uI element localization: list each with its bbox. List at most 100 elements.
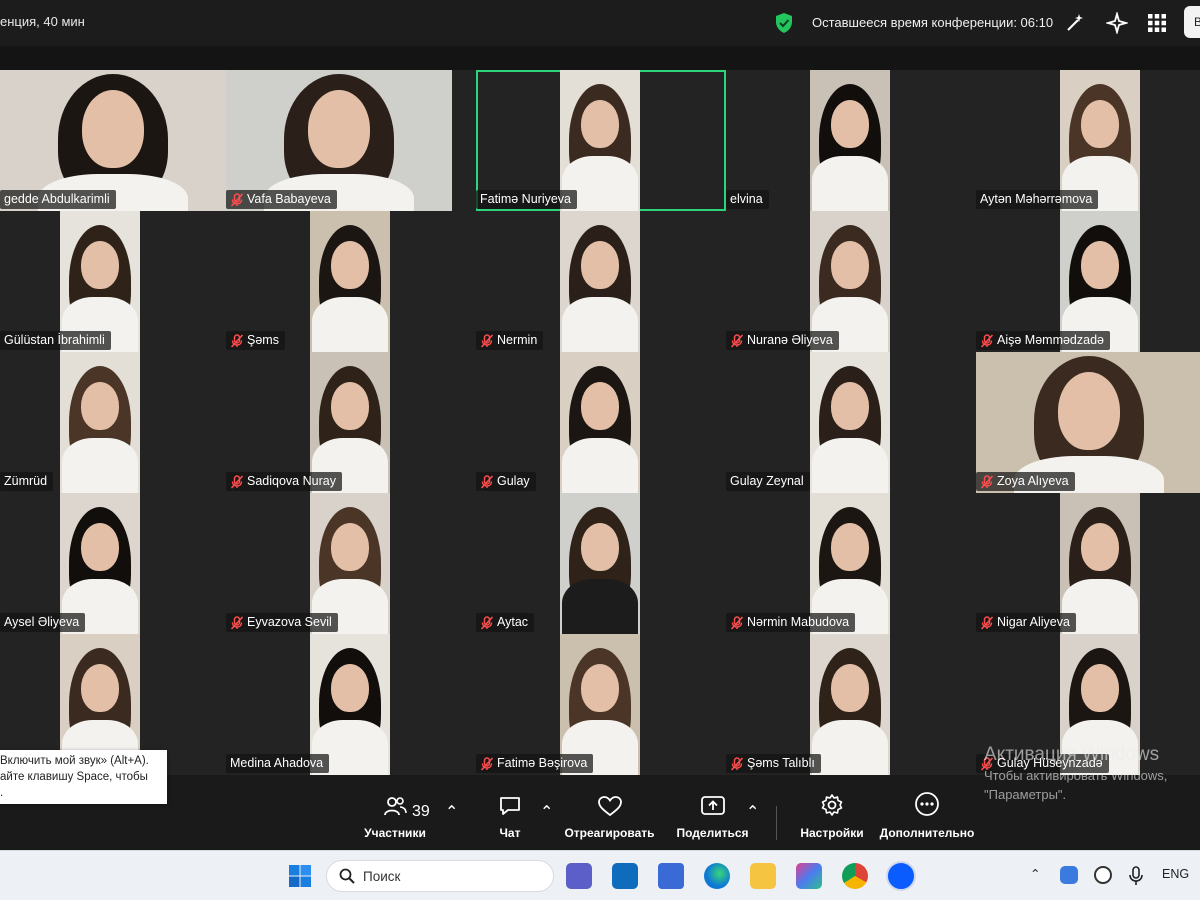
video-gallery: gedde Abdulkarimli Vafa Babayeva Fatimə Nu… — [0, 70, 1200, 778]
participant-tile[interactable]: Aişə Məmmədzadə — [976, 211, 1200, 352]
chat-caret-icon[interactable]: ⌃ — [540, 802, 553, 822]
participant-name: Şəms Talıblı — [747, 756, 815, 770]
participant-video — [560, 493, 640, 634]
participant-tile[interactable]: Vafa Babayeva — [226, 70, 476, 211]
tray-chevron-icon[interactable]: ⌃ — [1030, 866, 1040, 881]
toolbar-divider — [776, 806, 777, 840]
participant-tile[interactable]: Gulay — [476, 352, 726, 493]
participant-video — [60, 352, 140, 493]
tooltip-line: айте клавишу Space, чтобы — [0, 771, 148, 783]
taskbar-search[interactable]: Поиск — [326, 860, 554, 892]
muted-mic-icon — [980, 333, 994, 348]
heart-icon — [597, 796, 622, 817]
file-explorer-icon[interactable] — [750, 863, 776, 889]
ai-sparkle-icon[interactable] — [1104, 10, 1130, 36]
participant-tile[interactable]: Gulay Zeynal — [726, 352, 976, 493]
muted-mic-icon — [730, 756, 744, 771]
participant-tile[interactable]: Nuranə Əliyeva — [726, 211, 976, 352]
participant-name-badge: Zümrüd — [0, 472, 54, 491]
gear-icon — [821, 794, 843, 816]
participant-tile[interactable]: elvina — [726, 70, 976, 211]
participant-tile[interactable]: Fatimə Nuriyeva — [476, 70, 726, 211]
participant-name-badge: Aysel Əliyeva — [0, 613, 86, 632]
participant-name: Şəms — [247, 333, 279, 347]
participant-name: Medina Ahadova — [230, 756, 324, 770]
participant-name-badge: Eyvazova Sevil — [226, 613, 338, 632]
share-button[interactable]: Поделиться — [675, 786, 750, 850]
participant-name: Gulay — [497, 474, 530, 488]
microsoft365-icon[interactable] — [796, 863, 822, 889]
unmute-tooltip: Включить мой звук» (Alt+A). айте клавишу… — [0, 750, 167, 804]
view-button[interactable]: В — [1184, 6, 1200, 38]
participant-tile[interactable]: Eyvazova Sevil — [226, 493, 476, 634]
input-language[interactable]: ENG — [1162, 867, 1189, 881]
settings-button[interactable]: Настройки — [797, 786, 867, 850]
participant-name-badge: Gulay Zeynal — [726, 472, 810, 491]
participant-name-badge: Aişə Məmmədzadə — [976, 331, 1110, 350]
tray-app-icon[interactable] — [1060, 866, 1078, 884]
tooltip-line: . — [0, 787, 4, 799]
share-label: Поделиться — [676, 826, 749, 840]
teams-icon[interactable] — [566, 863, 592, 889]
participant-name: Vafa Babayeva — [247, 192, 331, 206]
participant-tile[interactable]: Şəms — [226, 211, 476, 352]
participant-name-badge: Gülüstan İbrahimli — [0, 331, 111, 350]
windows-activation-watermark: Активация Windows Чтобы активировать Win… — [984, 744, 1167, 804]
participant-tile[interactable]: Nigar Aliyeva — [976, 493, 1200, 634]
participant-video — [310, 211, 390, 352]
muted-mic-icon — [230, 333, 244, 348]
windows-taskbar: Поиск ⌃ ENG — [0, 850, 1200, 900]
participant-name-badge: Medina Ahadova — [226, 754, 330, 773]
participant-tile[interactable]: Sadiqova Nuray — [226, 352, 476, 493]
participant-video — [560, 211, 640, 352]
windows-start-icon[interactable] — [288, 864, 312, 888]
zoom-meeting-window: енция, 40 мин Оставшееся время конференц… — [0, 0, 1200, 900]
microphone-icon[interactable] — [1129, 866, 1143, 886]
chat-icon — [500, 797, 520, 815]
watermark-title: Активация Windows — [984, 744, 1160, 765]
participant-name: Fatimə Bəşirova — [497, 756, 588, 770]
magic-wand-icon[interactable] — [1062, 10, 1088, 36]
muted-mic-icon — [480, 756, 494, 771]
participants-icon — [384, 797, 407, 816]
participant-tile[interactable]: Medina Ahadova — [226, 634, 476, 775]
participant-tile[interactable]: Fatimə Bəşirova — [476, 634, 726, 775]
participant-name: Nigar Aliyeva — [997, 615, 1070, 629]
store-icon[interactable] — [658, 863, 684, 889]
participant-name-badge: elvina — [726, 190, 769, 209]
participant-tile[interactable]: gedde Abdulkarimli — [0, 70, 250, 211]
participant-name-badge: Zoya Alıyeva — [976, 472, 1075, 491]
apps-grid-icon[interactable] — [1144, 10, 1170, 36]
encryption-shield-icon[interactable] — [774, 12, 794, 34]
muted-mic-icon — [480, 615, 494, 630]
chat-button[interactable]: Чат — [490, 786, 530, 850]
participant-video — [810, 634, 890, 775]
participant-tile[interactable]: Şəms Talıblı — [726, 634, 976, 775]
participant-tile[interactable]: Nərmin Mabudova — [726, 493, 976, 634]
participant-tile[interactable]: Gülüstan İbrahimli — [0, 211, 250, 352]
participant-tile[interactable]: Aytac — [476, 493, 726, 634]
watermark-line: "Параметры". — [984, 787, 1067, 802]
participant-name: Aysel Əliyeva — [4, 615, 80, 629]
chrome-icon[interactable] — [842, 863, 868, 889]
outlook-icon[interactable] — [612, 863, 638, 889]
participant-name-badge: Nuranə Əliyeva — [726, 331, 839, 350]
participant-tile[interactable]: Zoya Alıyeva — [976, 352, 1200, 493]
edge-icon[interactable] — [704, 863, 730, 889]
participants-count: 39 — [412, 803, 430, 820]
settings-label: Настройки — [800, 826, 864, 840]
participant-tile[interactable]: Aysel Əliyeva — [0, 493, 250, 634]
participant-tile[interactable]: Aytən Məhərrəmova — [976, 70, 1200, 211]
participant-name: elvina — [730, 192, 763, 206]
participants-caret-icon[interactable]: ⌃ — [445, 802, 458, 822]
meeting-title: енция, 40 мин — [0, 14, 85, 29]
tray-sync-icon[interactable] — [1094, 866, 1112, 884]
react-button[interactable]: Отреагировать — [562, 786, 657, 850]
more-button[interactable]: Дополнительно — [878, 786, 976, 850]
participant-tile[interactable]: Zümrüd — [0, 352, 250, 493]
zoom-icon[interactable] — [886, 861, 916, 891]
participant-name: Sadiqova Nuray — [247, 474, 336, 488]
participant-name: Zoya Alıyeva — [997, 474, 1069, 488]
participant-tile[interactable]: Nermin — [476, 211, 726, 352]
share-caret-icon[interactable]: ⌃ — [746, 802, 759, 822]
